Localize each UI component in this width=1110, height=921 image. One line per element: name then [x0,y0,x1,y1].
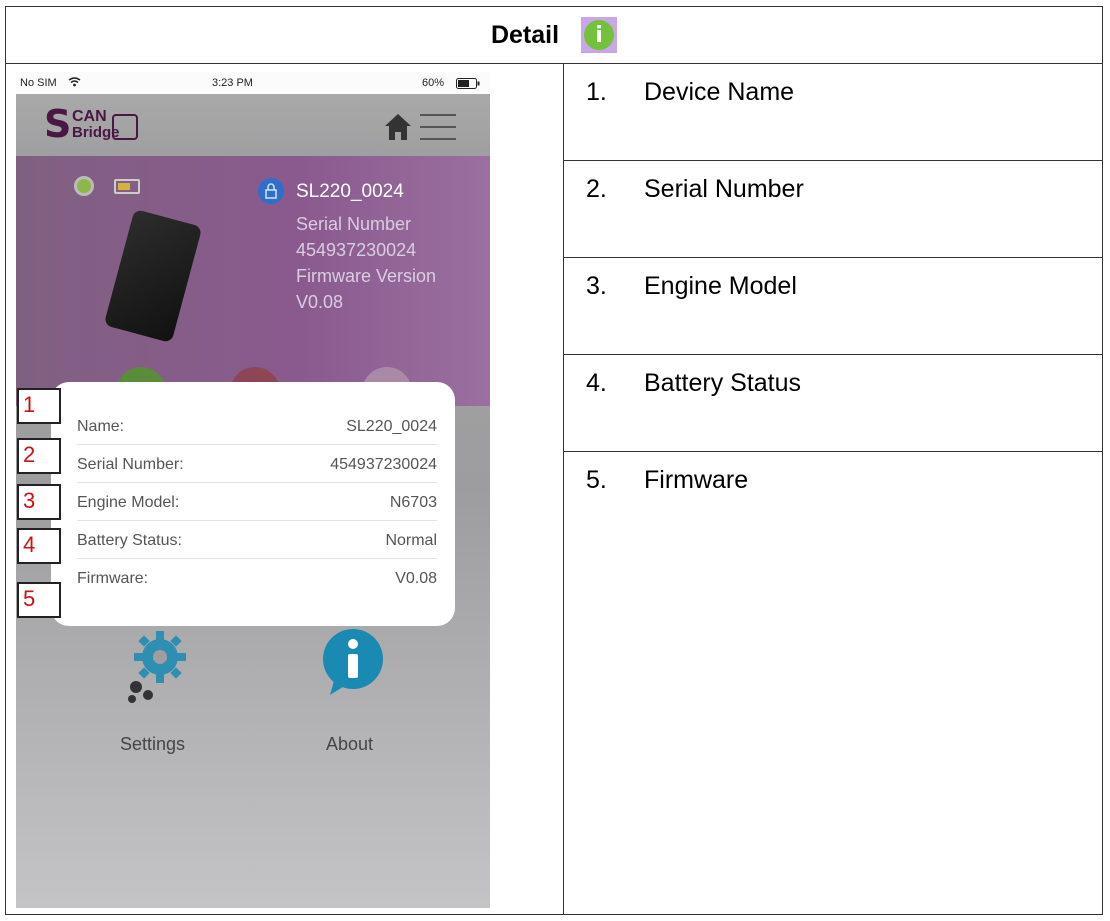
card-row-battery: Battery Status: Normal [77,520,437,559]
battery-icon [456,78,480,92]
serial-number-value: 454937230024 [296,240,417,260]
card-row-serial: Serial Number: 454937230024 [77,444,437,483]
device-detail-card: Name: SL220_0024 Serial Number: 45493723… [51,382,455,626]
callout-marker: 1 [17,388,61,424]
list-item: 2. Serial Number [564,161,1102,258]
phone-screenshot: No SIM 3:23 PM 60% S CAN Bridge SL220_00… [16,72,490,908]
settings-label[interactable]: Settings [120,734,185,755]
settings-gear-icon[interactable] [122,625,192,705]
list-item: 4. Battery Status [564,355,1102,452]
lock-icon [258,178,284,204]
battery-percent: 60% [422,77,445,89]
card-row-engine: Engine Model: N6703 [77,482,437,521]
firmware-version-label: Firmware Version [296,266,437,286]
list-item: 1. Device Name [564,64,1102,161]
wifi-icon [68,77,81,90]
status-time: 3:23 PM [212,77,253,89]
serial-number-label: Serial Number [296,214,412,234]
card-row-name: Name: SL220_0024 [77,406,437,445]
scanner-device-image [103,208,203,344]
card-row-firmware: Firmware: V0.08 [77,570,437,587]
table-header: Detail i [6,7,1102,64]
list-item: 5. Firmware [586,466,749,494]
header-title: Detail [490,20,560,49]
scanbridge-logo: S CAN Bridge [44,102,164,146]
home-icon[interactable] [384,112,412,142]
list-item: 3. Engine Model [564,258,1102,355]
callout-marker: 2 [17,438,61,474]
info-icon: i [581,17,618,53]
app-bar: S CAN Bridge [16,94,490,156]
detail-list: 1. Device Name 2. Serial Number 3. Engine M… [564,64,1102,549]
carrier-label: No SIM [20,77,57,89]
connection-status-icon [74,176,94,196]
callout-marker: 4 [17,528,61,564]
hamburger-menu-icon[interactable] [420,114,456,142]
about-info-icon[interactable] [320,627,386,699]
device-battery-icon [114,179,140,194]
callout-marker: 3 [17,484,61,520]
callout-marker: 5 [17,582,61,618]
device-name: SL220_0024 [296,181,404,202]
firmware-version-value: V0.08 [296,292,344,312]
about-label[interactable]: About [326,734,373,755]
status-bar: No SIM 3:23 PM 60% [16,72,490,94]
